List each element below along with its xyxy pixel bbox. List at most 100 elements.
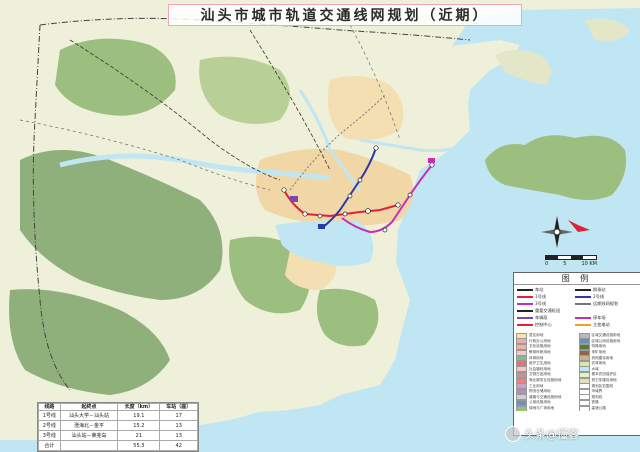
legend-landuse-item: 高速公路 <box>578 405 639 412</box>
station <box>407 192 413 198</box>
table-header: 长度（km） <box>117 403 161 411</box>
scale-bar: 0 5 10 KM <box>545 255 597 267</box>
station <box>342 211 348 217</box>
table-cell: 汕头站－莱芜岛 <box>59 430 119 441</box>
legend-landuse-label: 其它非建设用地 <box>591 378 617 383</box>
table-cell: 55.3 <box>117 440 161 451</box>
station <box>347 193 353 199</box>
legend-swatch <box>516 405 527 412</box>
legend-swatch <box>578 405 590 412</box>
table-row: 合计 55.3 42 <box>38 440 198 451</box>
legend-landuse-label: 道路与交通设施用地 <box>529 394 562 399</box>
rail-network-map: 汕头市城市轨道交通线网规划（近期） 0 5 10 KM 图 例 车站 换乘站 1号线… <box>0 0 640 452</box>
table-cell: 21 <box>117 430 161 441</box>
control-center-icon <box>517 323 533 326</box>
table-body: 1号线 汕头大学－汕头站 19.1 17 2号线 澄海北－金平 15.2 13 3号线 汕头站－莱… <box>38 410 198 451</box>
table-header: 线路 <box>38 403 61 411</box>
legend-landuse-label: 教育科研用地 <box>529 350 551 355</box>
legend-line-label: 停车场 <box>593 314 606 320</box>
map-title: 汕头市城市轨道交通线网规划（近期） <box>200 8 490 24</box>
table-cell <box>59 440 119 451</box>
legend-landuse-label: 高速公路 <box>591 406 606 411</box>
map-title-box: 汕头市城市轨道交通线网规划（近期） <box>168 4 522 26</box>
legend-line-row: 车辆段 停车场 <box>517 314 637 321</box>
watermark-text: 头条@懂客 <box>524 428 579 441</box>
legend-landuse-label: 基本农田保护区 <box>591 372 617 377</box>
legend-landuse-label: 水域 <box>591 366 599 371</box>
legend-panel: 图 例 车站 换乘站 1号线 2号线 3号线 远期线网规划 重要交通枢纽 车辆段 停车场 控制中心… <box>513 272 640 436</box>
legend-landuse-label: 物流仓储用地 <box>529 389 551 394</box>
legend-landuse-label: 其他建设用地 <box>591 355 614 360</box>
station <box>395 202 401 208</box>
legend-line-swatch <box>575 316 591 319</box>
legend-line-row: 重要交通枢纽 <box>517 307 637 314</box>
legend-line-swatch <box>575 295 591 298</box>
depot-icon <box>428 158 435 163</box>
table-cell: 1号线 <box>38 410 61 421</box>
legend-landuse-label: 规划区范围线 <box>591 383 614 388</box>
depot-icon <box>517 316 533 319</box>
legend-landuse-label: 社会福利用地 <box>529 366 551 371</box>
table-row: 1号线 汕头大学－汕头站 19.1 17 <box>38 410 198 421</box>
legend-line-swatch <box>575 323 591 326</box>
legend-line-row: 控制中心 主变电站 <box>517 321 637 328</box>
table-cell: 3号线 <box>38 430 61 441</box>
legend-landuse-label: 采矿用地 <box>591 350 606 355</box>
table-row: 2号线 澄海北－金平 15.2 13 <box>38 420 198 431</box>
compass-icon <box>541 216 573 248</box>
legend-line-label: 车站 <box>535 286 544 292</box>
legend-landuse-label: 市域界 <box>591 389 603 394</box>
legend-landuse-label: 铁路 <box>591 400 599 405</box>
legend-landuse-label: 公用设施用地 <box>529 400 551 405</box>
legend-line-swatch <box>575 302 591 305</box>
legend-landuse-label: 文物古迹用地 <box>529 372 551 377</box>
scale-label: 10 KM <box>581 261 597 267</box>
legend-line-label: 2号线 <box>593 293 605 299</box>
legend-line-label: 车辆段 <box>535 314 548 320</box>
watermark-logo-icon <box>505 426 521 442</box>
table-cell: 合计 <box>38 440 61 451</box>
legend-landuse-label: 特殊用地 <box>591 344 606 349</box>
legend-line-swatch <box>575 288 591 291</box>
legend-landuse-label: 规划线 <box>591 394 603 399</box>
legend-landuse-grid: 居住用地 区域交通设施用地 行政办公用地 区域公用设施用地 文化设施用地 特殊用地 教育科研… <box>516 333 639 412</box>
legend-line-label: 控制中心 <box>535 321 552 327</box>
station <box>373 145 379 151</box>
legend-landuse-label: 体育用地 <box>529 355 544 360</box>
table-cell: 汕头大学－汕头站 <box>59 410 119 421</box>
station <box>429 162 435 168</box>
station <box>357 177 363 183</box>
legend-title: 图 例 <box>514 273 640 285</box>
table-cell: 19.1 <box>117 410 161 421</box>
legend-line-label: 远期线网规划 <box>593 300 619 306</box>
table-cell: 13 <box>159 420 198 431</box>
legend-landuse-label: 区域公用设施用地 <box>591 338 621 343</box>
table-header-row: 线路 起终点 长度（km） 车站（座） <box>38 403 198 411</box>
legend-line-label: 主变电站 <box>593 321 610 327</box>
legend-line-label: 换乘站 <box>593 286 606 292</box>
legend-line-list: 车站 换乘站 1号线 2号线 3号线 远期线网规划 重要交通枢纽 车辆段 停车场 控制中心 主变电站 <box>514 285 640 329</box>
legend-landuse-item: 绿地与广场用地 <box>516 405 576 412</box>
station-circle-icon <box>517 288 533 291</box>
table-cell: 42 <box>159 440 198 451</box>
station <box>302 211 308 217</box>
table-cell: 13 <box>159 430 198 441</box>
hub-square-icon <box>517 309 533 312</box>
table-cell: 澄海北－金平 <box>59 420 119 431</box>
table-header: 车站（座） <box>159 403 198 411</box>
table-header: 起终点 <box>59 403 119 411</box>
legend-landuse-label: 绿地与广场用地 <box>529 406 555 411</box>
legend-landuse-label: 工业用地 <box>529 383 544 388</box>
legend-landuse-label: 商业服务业设施用地 <box>529 378 562 383</box>
station <box>281 187 287 193</box>
legend-line-row: 3号线 远期线网规划 <box>517 300 637 307</box>
watermark: 头条@懂客 <box>505 426 579 442</box>
table-cell: 17 <box>159 410 198 421</box>
legend-landuse-label: 农林用地 <box>591 361 606 366</box>
legend-line-swatch <box>517 295 533 298</box>
station <box>317 213 323 219</box>
legend-landuse-label: 区域交通设施用地 <box>591 333 621 338</box>
depot-icon <box>290 196 298 202</box>
legend-landuse-label: 医疗卫生用地 <box>529 361 551 366</box>
table-cell: 2号线 <box>38 420 61 431</box>
